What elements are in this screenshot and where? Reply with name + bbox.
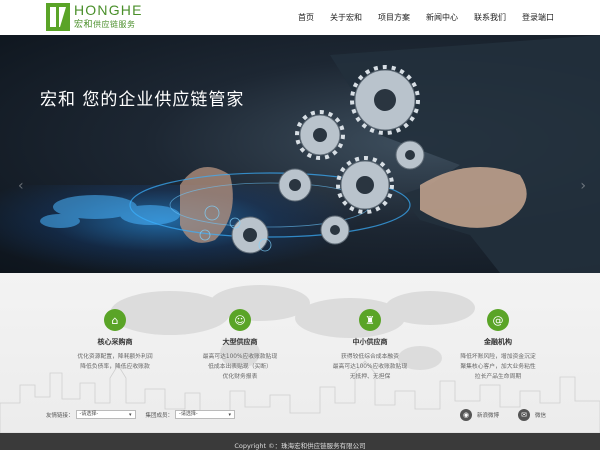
weibo-link[interactable]: ◉ 新浪微博 [460, 409, 499, 421]
service-title: 中小供应商 [352, 338, 388, 346]
service-title: 大型供应商 [222, 338, 258, 346]
chevron-down-icon: ▾ [228, 412, 232, 418]
logo[interactable]: HONGHE 宏和供应链服务 [46, 2, 156, 31]
service-card-financial[interactable]: @ 金融机构 降低坏账风险，增加资金沉淀 聚集核心客户，加大业务粘性 拉长产品生… [433, 309, 563, 382]
service-desc: 最高可达100%应收账款贴现 低成本出表贴现（买断） 优化财务报表 [175, 352, 305, 382]
nav-item-contact[interactable]: 联系我们 [474, 12, 506, 23]
nav-item-login[interactable]: 登录端口 [522, 12, 554, 23]
service-line: 聚集核心客户，加大业务粘性 [460, 364, 536, 370]
bag-icon: ♜ [359, 309, 381, 331]
logo-text-cn: 宏和供应链服务 [74, 17, 136, 30]
friend-links-value: -请选择- [79, 411, 99, 417]
main-nav: 首页 关于宏和 项目方案 新闻中心 联系我们 登录端口 [282, 12, 554, 23]
footer-links: 友情链接： -请选择- ▾ 集团成员： -请选择- ▾ [46, 410, 245, 419]
at-icon: @ [487, 309, 509, 331]
service-line: 降低负债率，降低应收账款 [80, 364, 150, 370]
service-title: 核心采购商 [97, 338, 133, 346]
copyright-text: Copyright ©：珠海宏和供应链服务有限公司 [234, 442, 366, 450]
banner-next-arrow[interactable]: › [580, 178, 586, 194]
banner-title: 宏和 您的企业供应链管家 [40, 90, 245, 110]
weibo-label: 新浪微博 [477, 413, 500, 419]
logo-cn-sub: 供应链服务 [93, 20, 136, 29]
service-desc: 降低坏账风险，增加资金沉淀 聚集核心客户，加大业务粘性 拉长产品生命周期 [433, 352, 563, 382]
banner-prev-arrow[interactable]: ‹ [18, 178, 24, 194]
user-icon: ☺ [229, 309, 251, 331]
group-members-select[interactable]: -请选择- ▾ [175, 410, 236, 419]
service-line: 获得较低综合成本融资 [341, 354, 399, 360]
nav-item-projects[interactable]: 项目方案 [378, 12, 410, 23]
service-line: 无抵押、无担保 [349, 374, 391, 380]
service-desc: 优化资源配置，降耗额外利润 降低负债率，降低应收账款 [50, 352, 180, 372]
wechat-link[interactable]: ✉ 微信 [518, 409, 546, 421]
services-section: ⌂ 核心采购商 优化资源配置，降耗额外利润 降低负债率，降低应收账款 ☺ 大型供… [0, 273, 600, 433]
nav-item-news[interactable]: 新闻中心 [426, 12, 458, 23]
friend-links-select[interactable]: -请选择- ▾ [75, 410, 136, 419]
weibo-icon: ◉ [460, 409, 472, 421]
friend-links-label: 友情链接： [46, 412, 74, 419]
nav-item-home[interactable]: 首页 [298, 12, 314, 23]
service-line: 最高可达100%应收账款贴现 [332, 364, 408, 370]
service-line: 优化资源配置，降耗额外利润 [77, 354, 153, 360]
service-card-core-buyer[interactable]: ⌂ 核心采购商 优化资源配置，降耗额外利润 降低负债率，降低应收账款 [50, 309, 180, 372]
service-desc: 获得较低综合成本融资 最高可达100%应收账款贴现 无抵押、无担保 [305, 352, 435, 382]
chevron-down-icon: ▾ [129, 412, 132, 418]
service-card-large-supplier[interactable]: ☺ 大型供应商 最高可达100%应收账款贴现 低成本出表贴现（买断） 优化财务报… [175, 309, 305, 382]
service-line: 优化财务报表 [222, 374, 258, 380]
service-line: 低成本出表贴现（买断） [208, 364, 272, 370]
nav-item-about[interactable]: 关于宏和 [330, 12, 362, 23]
service-line: 降低坏账风险，增加资金沉淀 [460, 354, 536, 360]
wechat-label: 微信 [535, 413, 547, 419]
logo-cn-main: 宏和 [74, 20, 94, 30]
banner-gears-image [40, 35, 600, 273]
service-line: 最高可达100%应收账款贴现 [202, 354, 278, 360]
group-members-label: 集团成员： [145, 412, 174, 419]
logo-mark-icon [46, 3, 70, 31]
logo-text-en: HONGHE [74, 2, 143, 18]
service-title: 金融机构 [484, 338, 512, 346]
site-footer: Copyright ©：珠海宏和供应链服务有限公司 [0, 433, 600, 450]
house-icon: ⌂ [104, 309, 126, 331]
group-members-value: -请选择- [179, 411, 198, 417]
hero-banner: 宏和 您的企业供应链管家 ‹ › [0, 35, 600, 273]
service-line: 拉长产品生命周期 [474, 374, 522, 380]
wechat-icon: ✉ [518, 409, 530, 421]
service-card-small-supplier[interactable]: ♜ 中小供应商 获得较低综合成本融资 最高可达100%应收账款贴现 无抵押、无担… [305, 309, 435, 382]
site-header: HONGHE 宏和供应链服务 首页 关于宏和 项目方案 新闻中心 联系我们 登录… [0, 0, 600, 35]
